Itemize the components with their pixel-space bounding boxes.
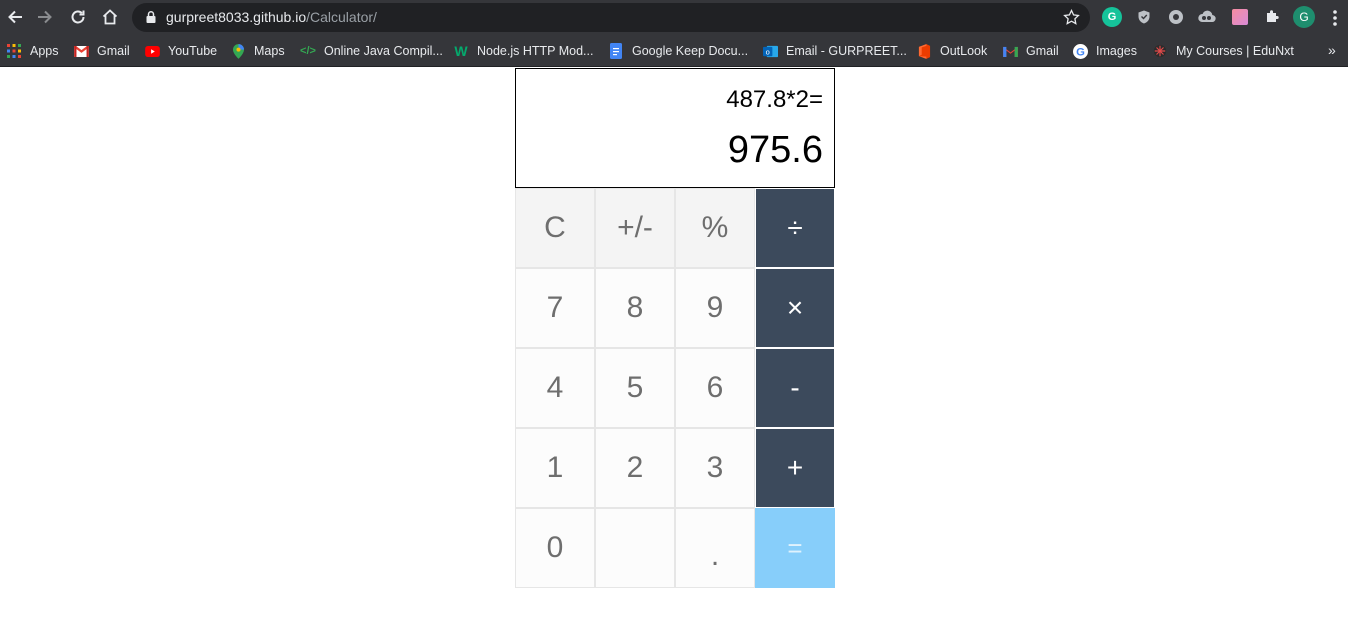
subtract-button[interactable]: -	[755, 348, 835, 428]
gradient-extension-icon[interactable]	[1232, 9, 1248, 25]
calculator: 487.8*2= 975.6 C +/- % ÷ 7 8 9 × 4 5 6 -…	[515, 68, 835, 588]
bookmark-outlook[interactable]: OutLook	[916, 41, 987, 61]
url-path: /Calculator/	[306, 9, 377, 25]
youtube-icon	[144, 43, 160, 59]
home-icon[interactable]	[97, 4, 123, 30]
expression-text: 487.8*2=	[726, 86, 823, 113]
browser-toolbar: gurpreet8033.github.io/Calculator/ G G	[0, 0, 1348, 35]
bookmark-label: YouTube	[168, 44, 218, 58]
bookmark-images[interactable]: G Images	[1072, 41, 1137, 61]
digit-7-button[interactable]: 7	[515, 268, 595, 348]
record-extension-icon[interactable]	[1169, 10, 1183, 24]
bookmark-online-java-compiler[interactable]: </> Online Java Compil...	[300, 41, 443, 61]
bookmark-label: Apps	[30, 44, 59, 58]
bookmark-label: Node.js HTTP Mod...	[477, 44, 594, 58]
bookmarks-bar: Apps Gmail YouTube Maps </> Online Java …	[0, 35, 1348, 67]
keypad: C +/- % ÷ 7 8 9 × 4 5 6 - 1 2 3 + 0 . =	[515, 188, 835, 588]
digit-0-button[interactable]: 0	[515, 508, 595, 588]
w3schools-icon: W	[454, 43, 468, 59]
decimal-button[interactable]: .	[675, 508, 755, 588]
multiply-button[interactable]: ×	[755, 268, 835, 348]
bookmark-maps[interactable]: Maps	[230, 41, 285, 61]
bookmark-label: My Courses | EduNxt	[1176, 44, 1294, 58]
blank-button[interactable]	[595, 508, 675, 588]
svg-text:o: o	[765, 47, 769, 56]
reload-icon[interactable]	[65, 4, 91, 30]
docs-icon	[608, 43, 624, 59]
bookmark-star-icon[interactable]	[1063, 9, 1080, 26]
digit-3-button[interactable]: 3	[675, 428, 755, 508]
bookmark-label: Email - GURPREET...	[786, 44, 907, 58]
profile-avatar[interactable]: G	[1293, 6, 1315, 28]
result-text: 975.6	[727, 129, 823, 171]
url-host: gurpreet8033.github.io	[166, 9, 307, 25]
bookmark-label: Online Java Compil...	[324, 44, 443, 58]
bookmark-email-gurpreet[interactable]: o Email - GURPREET...	[762, 41, 907, 61]
calculator-display: 487.8*2= 975.6	[515, 68, 835, 188]
apps-grid-icon	[6, 43, 22, 59]
digit-8-button[interactable]: 8	[595, 268, 675, 348]
sign-toggle-button[interactable]: +/-	[595, 188, 675, 268]
shield-extension-icon[interactable]	[1134, 7, 1154, 27]
divide-button[interactable]: ÷	[755, 188, 835, 268]
digit-6-button[interactable]: 6	[675, 348, 755, 428]
bookmark-label: Maps	[254, 44, 285, 58]
extensions-puzzle-icon[interactable]	[1262, 7, 1282, 27]
bookmark-label: Images	[1096, 44, 1137, 58]
url-text: gurpreet8033.github.io/Calculator/	[166, 9, 377, 25]
bookmark-google-keep[interactable]: Google Keep Docu...	[608, 41, 748, 61]
svg-text:G: G	[1076, 46, 1085, 58]
address-bar[interactable]: gurpreet8033.github.io/Calculator/	[132, 3, 1090, 32]
digit-4-button[interactable]: 4	[515, 348, 595, 428]
clear-button[interactable]: C	[515, 188, 595, 268]
edunxt-icon	[1152, 43, 1168, 59]
bookmark-label: Google Keep Docu...	[632, 44, 749, 58]
equals-button[interactable]: =	[755, 508, 835, 588]
cloud-extension-icon[interactable]	[1197, 7, 1217, 27]
bookmark-my-courses[interactable]: My Courses | EduNxt	[1152, 41, 1294, 61]
digit-1-button[interactable]: 1	[515, 428, 595, 508]
bookmark-gmail-2[interactable]: Gmail	[1002, 41, 1059, 61]
digit-9-button[interactable]: 9	[675, 268, 755, 348]
code-icon: </>	[300, 45, 316, 57]
bookmark-youtube[interactable]: YouTube	[144, 41, 217, 61]
bookmark-apps[interactable]: Apps	[6, 41, 59, 61]
outlook-icon: o	[762, 43, 778, 59]
forward-arrow-icon[interactable]	[32, 4, 58, 30]
bookmark-label: OutLook	[940, 44, 988, 58]
percent-button[interactable]: %	[675, 188, 755, 268]
gmail-icon	[73, 43, 89, 59]
digit-5-button[interactable]: 5	[595, 348, 675, 428]
maps-pin-icon	[230, 43, 246, 59]
google-icon: G	[1072, 43, 1088, 59]
grammarly-extension-icon[interactable]: G	[1102, 7, 1122, 27]
digit-2-button[interactable]: 2	[595, 428, 675, 508]
lock-icon	[146, 11, 156, 23]
more-menu-icon[interactable]	[1332, 9, 1338, 27]
office-icon	[916, 43, 932, 59]
gmail-icon	[1002, 43, 1018, 59]
bookmarks-overflow-button[interactable]: »	[1328, 42, 1336, 58]
bookmark-label: Gmail	[97, 44, 130, 58]
back-arrow-icon[interactable]	[2, 4, 28, 30]
bookmark-nodejs-http[interactable]: W Node.js HTTP Mod...	[453, 41, 593, 61]
bookmark-gmail[interactable]: Gmail	[73, 41, 130, 61]
bookmark-label: Gmail	[1026, 44, 1059, 58]
add-button[interactable]: +	[755, 428, 835, 508]
